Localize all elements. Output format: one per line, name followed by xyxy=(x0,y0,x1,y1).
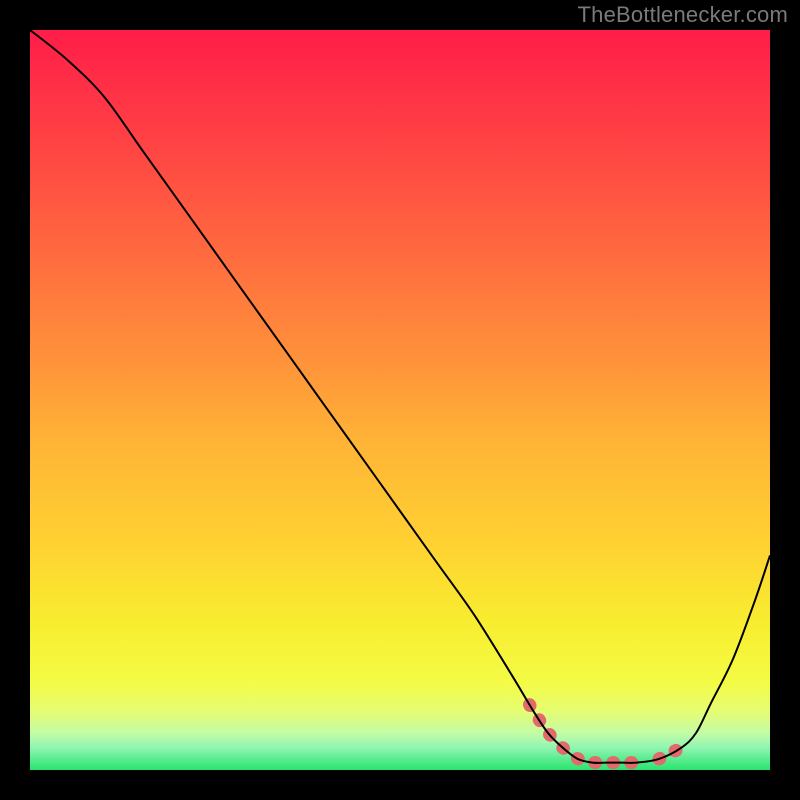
plot-svg xyxy=(30,30,770,770)
plot-background xyxy=(30,30,770,770)
attribution-text: TheBottlenecker.com xyxy=(578,2,788,28)
chart-container: TheBottlenecker.com xyxy=(0,0,800,800)
plot-frame xyxy=(30,30,770,770)
